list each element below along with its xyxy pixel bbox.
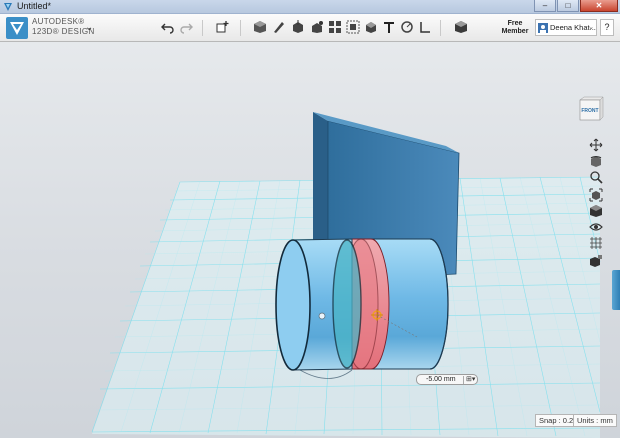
combine-icon[interactable] [364, 20, 378, 36]
group-icon[interactable] [346, 20, 360, 36]
viewcube-icon[interactable]: FRONT [577, 95, 605, 121]
construct-icon[interactable] [291, 20, 305, 36]
autodesk-logo-icon[interactable] [6, 17, 28, 39]
design-viewport[interactable]: FRONT -5.00 mm ⊞▾ [0, 42, 620, 438]
dimension-value[interactable]: -5.00 mm [426, 375, 456, 385]
grid-icon[interactable] [589, 236, 603, 250]
main-toolbar: AUTODESK® 123D® DESIGN ⌄ Free Member Dee… [0, 14, 620, 42]
window-controls: – □ ✕ [534, 0, 618, 13]
text-icon[interactable] [382, 20, 396, 36]
view-mode-icon[interactable] [589, 204, 603, 218]
dimension-divider [463, 376, 464, 384]
help-button[interactable]: ? [600, 19, 614, 36]
membership-text: Free Member [501, 20, 529, 35]
fit-icon[interactable] [589, 188, 603, 202]
window-title: Untitled* [17, 1, 52, 11]
visibility-icon[interactable] [589, 220, 603, 234]
toolbar-divider [240, 20, 241, 36]
brand-line-1: AUTODESK® [32, 17, 85, 26]
user-account-dropdown[interactable]: Deena Khat... ⌄ [535, 19, 597, 36]
undo-icon[interactable] [161, 20, 175, 36]
toolbar-divider [440, 20, 441, 36]
pattern-icon[interactable] [328, 20, 342, 36]
modify-icon[interactable] [310, 20, 324, 36]
units-setting[interactable]: Units : mm [573, 414, 617, 427]
zoom-icon[interactable] [589, 170, 603, 184]
scene-canvas[interactable] [0, 42, 620, 438]
toolbar-divider [202, 20, 203, 36]
material-icon[interactable] [454, 20, 468, 36]
pan-icon[interactable] [589, 138, 603, 152]
viewcube-face-label: FRONT [581, 108, 598, 114]
navigation-bar [586, 138, 606, 268]
maximize-button[interactable]: □ [557, 0, 579, 12]
primitives-icon[interactable] [253, 20, 267, 36]
snap-icon[interactable] [418, 20, 432, 36]
user-avatar-icon [538, 23, 548, 33]
materials-icon[interactable] [589, 254, 603, 268]
minimize-button[interactable]: – [534, 0, 556, 12]
side-panel-tab[interactable] [612, 270, 620, 310]
redo-icon[interactable] [179, 20, 193, 36]
app-menu-chevron-icon[interactable]: ⌄ [85, 22, 93, 33]
chevron-down-icon: ⌄ [588, 24, 594, 31]
close-button[interactable]: ✕ [580, 0, 618, 12]
dimension-menu-icon[interactable]: ⊞▾ [466, 375, 475, 385]
dimension-input[interactable]: -5.00 mm ⊞▾ [416, 374, 478, 385]
add-primitive-icon[interactable] [215, 20, 229, 36]
app-icon [4, 3, 12, 11]
measure-icon[interactable] [400, 20, 414, 36]
center-point-icon[interactable] [318, 312, 326, 320]
orbit-icon[interactable] [589, 154, 603, 168]
sketch-icon[interactable] [272, 20, 286, 36]
membership-label[interactable]: Free Member [497, 20, 533, 36]
window-titlebar: Untitled* – □ ✕ [0, 0, 620, 14]
cylinder-body-left[interactable] [275, 238, 362, 379]
